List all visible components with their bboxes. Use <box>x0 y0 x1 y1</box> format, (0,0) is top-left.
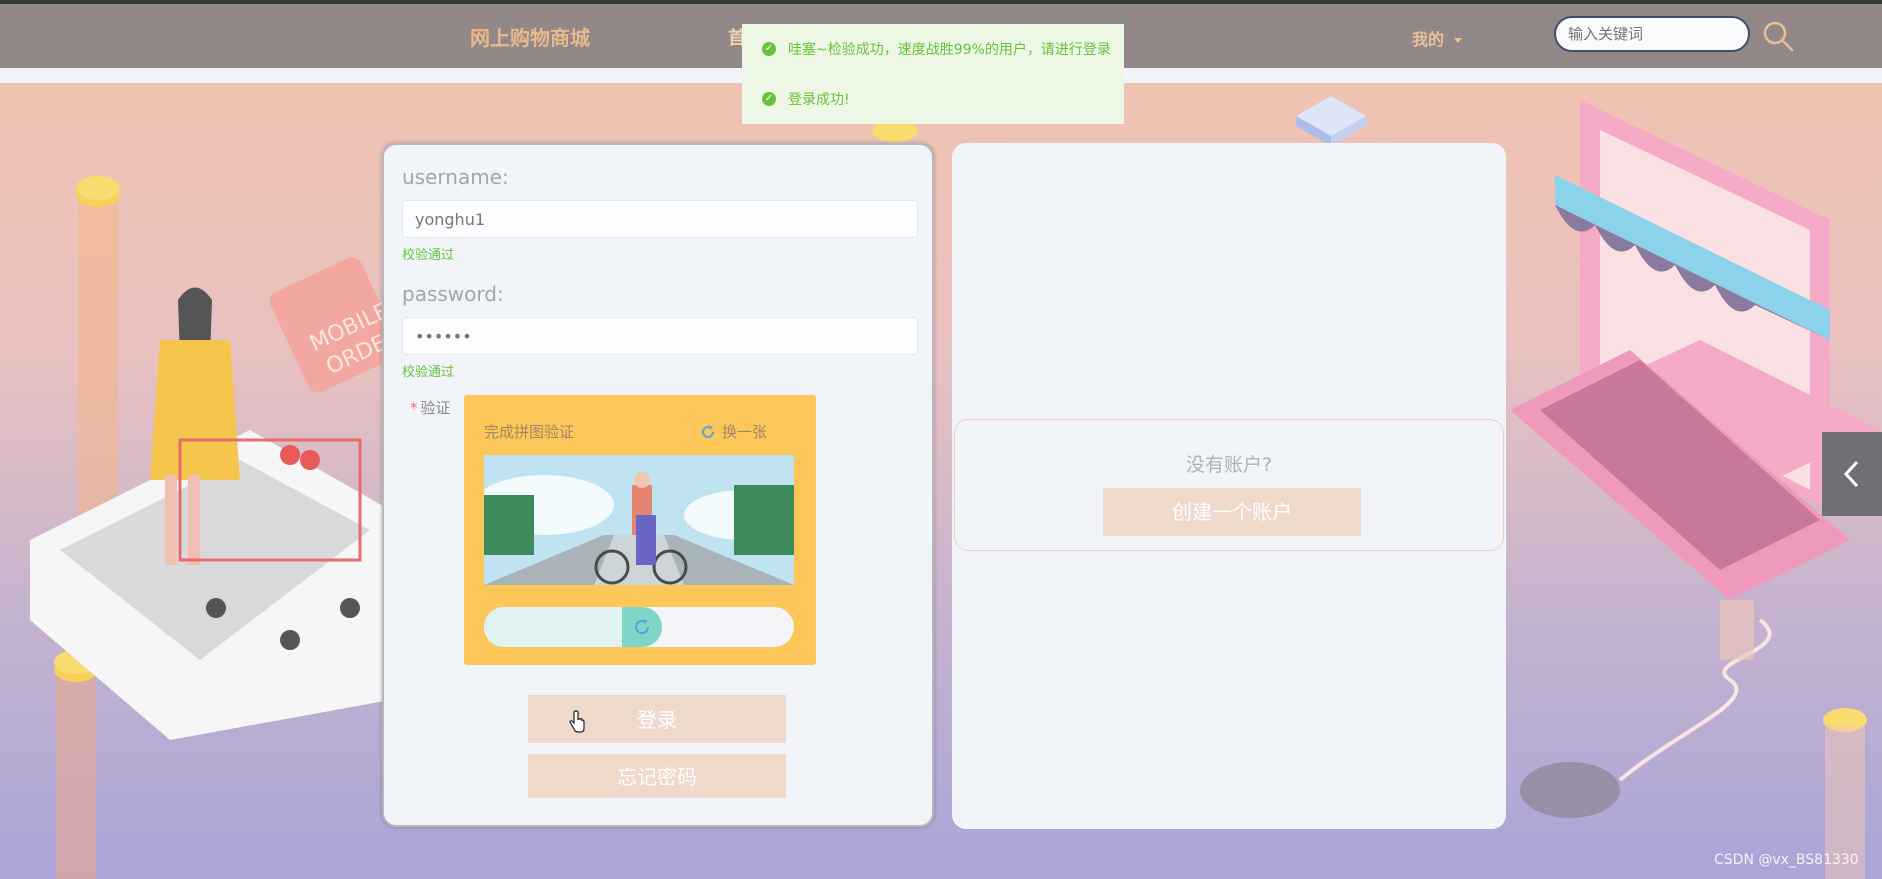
password-input[interactable] <box>402 317 918 355</box>
shopping-illustration-left: MOBILE ORDER <box>30 176 390 879</box>
register-prompt-box: 没有账户? 创建一个账户 <box>954 419 1504 551</box>
hand-cursor-icon <box>569 710 585 733</box>
notification-text: 哇塞~检验成功，速度战胜99%的用户，请进行登录 <box>788 42 1111 58</box>
check-circle-icon: ✓ <box>762 42 776 56</box>
login-button[interactable]: 登录 <box>528 695 786 743</box>
cube-decoration <box>1296 96 1366 146</box>
captcha-title: 完成拼图验证 <box>484 423 575 441</box>
captcha-slider-handle[interactable] <box>622 607 662 647</box>
check-circle-icon: ✓ <box>762 92 776 106</box>
captcha-slider-fill <box>484 607 624 647</box>
notification-text: 登录成功! <box>788 92 850 108</box>
forgot-password-button[interactable]: 忘记密码 <box>528 754 786 798</box>
verify-label: * 验证 <box>410 397 451 418</box>
search-input[interactable] <box>1554 16 1750 52</box>
watermark: CSDN @vx_BS81330 <box>1714 852 1859 868</box>
puzzle-captcha: 完成拼图验证 换一张 <box>464 395 816 665</box>
username-validation-status: 校验通过 <box>402 248 455 263</box>
success-notification: ✓ 登录成功! <box>742 74 1124 124</box>
side-panel-toggle[interactable] <box>1822 432 1882 516</box>
verify-label-text: 验证 <box>420 399 451 417</box>
refresh-icon <box>634 619 650 635</box>
chevron-left-icon <box>1843 460 1859 488</box>
captcha-refresh-label: 换一张 <box>722 423 768 441</box>
password-label: password: <box>402 282 504 306</box>
captcha-puzzle-image <box>484 455 794 585</box>
search-icon[interactable] <box>1762 20 1794 52</box>
caret-down-icon <box>1454 38 1463 43</box>
captcha-slider-track <box>484 607 794 647</box>
username-label: username: <box>402 165 509 189</box>
password-validation-status: 校验通过 <box>402 365 455 380</box>
refresh-icon <box>702 424 715 438</box>
username-input[interactable] <box>402 200 918 238</box>
mine-dropdown[interactable]: 我的 <box>1412 26 1463 50</box>
site-brand[interactable]: 网上购物商城 <box>470 22 590 51</box>
no-account-text: 没有账户? <box>1185 454 1273 476</box>
required-asterisk: * <box>410 399 418 417</box>
login-form-card: username: 校验通过 password: 校验通过 *验证 完成拼图验证… <box>382 143 934 827</box>
captcha-refresh-button[interactable]: 换一张 <box>700 421 767 442</box>
mine-label: 我的 <box>1412 30 1445 49</box>
create-account-button[interactable]: 创建一个账户 <box>1103 488 1361 536</box>
success-notification: ✓ 哇塞~检验成功，速度战胜99%的用户，请进行登录 <box>742 24 1124 74</box>
register-card: 没有账户? 创建一个账户 <box>952 143 1506 829</box>
